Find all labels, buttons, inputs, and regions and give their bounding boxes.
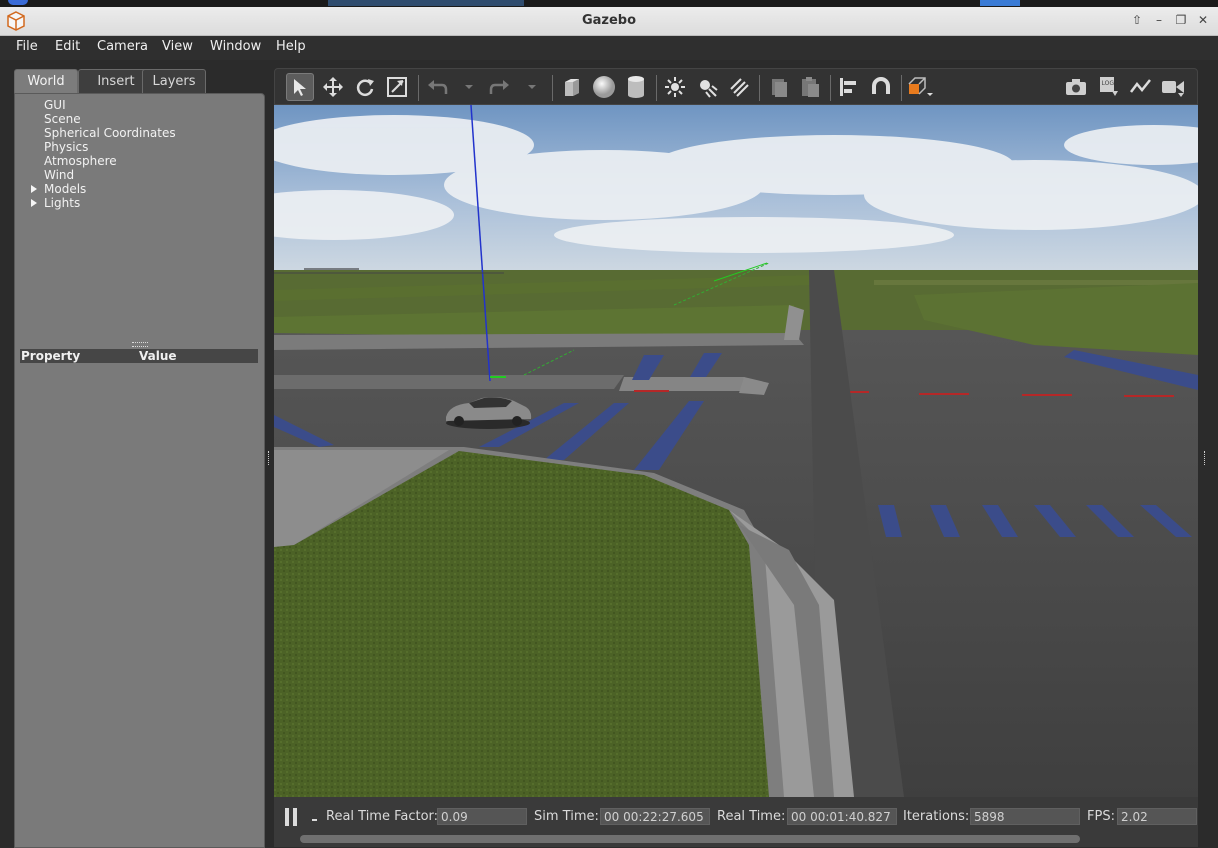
property-table-header: Property Value	[20, 349, 258, 363]
sim-time-value: 00 00:22:27.605	[600, 808, 710, 825]
tab-world[interactable]: World	[14, 69, 78, 93]
toolbar-separator	[901, 75, 902, 101]
taskbar-window-button[interactable]	[328, 0, 524, 6]
desktop-launcher-icon[interactable]	[8, 0, 28, 5]
desktop-top-strip	[0, 0, 1218, 7]
paste-icon[interactable]	[796, 73, 824, 101]
fps-label: FPS:	[1087, 809, 1115, 824]
value-column-header: Value	[139, 349, 177, 363]
3d-viewport[interactable]	[274, 105, 1198, 797]
real-time-factor-value: 0.09	[437, 808, 527, 825]
real-time-label: Real Time:	[717, 809, 786, 824]
tree-item-label: Atmosphere	[44, 154, 117, 168]
snap-magnet-icon[interactable]	[867, 73, 895, 101]
menu-camera[interactable]: Camera	[97, 39, 148, 54]
window-titlebar: Gazebo ⇧ – ❐ ✕	[0, 7, 1218, 36]
scale-icon[interactable]	[383, 73, 411, 101]
screenshot-camera-icon[interactable]	[1062, 73, 1090, 101]
toolbar-separator	[552, 75, 553, 101]
translate-icon[interactable]	[319, 73, 347, 101]
select-arrow-icon[interactable]	[286, 73, 314, 101]
right-splitter-handle[interactable]	[1204, 451, 1207, 465]
tree-item-label: Wind	[44, 168, 75, 182]
align-icon[interactable]	[835, 73, 863, 101]
real-time-value: 00 00:01:40.827	[787, 808, 897, 825]
horizontal-scrollbar[interactable]	[300, 835, 1080, 843]
property-column-header: Property	[21, 349, 81, 363]
left-splitter-handle[interactable]	[268, 451, 271, 465]
toolbar-separator	[759, 75, 760, 101]
undo-icon[interactable]	[423, 73, 451, 101]
copy-icon[interactable]	[764, 73, 792, 101]
scene-render	[274, 105, 1198, 797]
world-tree: GUI Scene Spherical Coordinates Physics …	[15, 98, 264, 210]
box-shape-icon[interactable]	[558, 73, 586, 101]
directional-light-icon[interactable]	[725, 73, 753, 101]
tree-item-label: Spherical Coordinates	[44, 126, 176, 140]
redo-history-icon[interactable]	[518, 73, 546, 101]
toolbar: LOG	[274, 68, 1198, 105]
log-record-icon[interactable]: LOG	[1095, 73, 1123, 101]
menu-view[interactable]: View	[162, 39, 193, 54]
world-panel: GUI Scene Spherical Coordinates Physics …	[14, 93, 265, 848]
menu-help[interactable]: Help	[276, 39, 306, 54]
menu-file[interactable]: File	[16, 39, 38, 54]
undo-history-icon[interactable]	[455, 73, 483, 101]
tree-item-label: Scene	[44, 112, 81, 126]
tree-item-physics[interactable]: Physics	[15, 140, 264, 154]
tree-item-scene[interactable]: Scene	[15, 112, 264, 126]
rotate-icon[interactable]	[351, 73, 379, 101]
plot-icon[interactable]	[1127, 73, 1155, 101]
cylinder-shape-icon[interactable]	[622, 73, 650, 101]
restore-icon[interactable]: ❐	[1172, 10, 1190, 30]
panel-splitter-handle[interactable]	[132, 342, 148, 347]
tree-item-label: GUI	[44, 98, 66, 112]
tab-layers[interactable]: Layers	[142, 69, 206, 93]
spot-light-icon[interactable]	[693, 73, 721, 101]
toolbar-separator	[830, 75, 831, 101]
expand-arrow-icon[interactable]	[31, 199, 37, 207]
close-icon[interactable]: ✕	[1194, 10, 1212, 30]
tree-item-atmosphere[interactable]: Atmosphere	[15, 154, 264, 168]
sphere-shape-icon[interactable]	[590, 73, 618, 101]
minimize-icon[interactable]: –	[1150, 10, 1168, 30]
panel-tabs: World Insert Layers	[14, 68, 264, 93]
redo-icon[interactable]	[486, 73, 514, 101]
toolbar-separator	[656, 75, 657, 101]
menu-window[interactable]: Window	[210, 39, 261, 54]
tree-item-label: Models	[44, 182, 87, 196]
tree-item-models[interactable]: Models	[15, 182, 264, 196]
point-light-icon[interactable]	[661, 73, 689, 101]
status-bar: Real Time Factor: 0.09 Sim Time: 00 00:2…	[274, 797, 1198, 847]
toolbar-separator	[418, 75, 419, 101]
menu-bar: File Edit Camera View Window Help	[0, 36, 1218, 60]
real-time-factor-label: Real Time Factor:	[326, 809, 439, 824]
maximize-up-icon[interactable]: ⇧	[1128, 10, 1146, 30]
left-panel: World Insert Layers GUI Scene Spherical …	[14, 68, 265, 848]
step-icon[interactable]	[312, 819, 317, 821]
tree-item-spherical-coordinates[interactable]: Spherical Coordinates	[15, 126, 264, 140]
menu-edit[interactable]: Edit	[55, 39, 80, 54]
iterations-label: Iterations:	[903, 809, 970, 824]
tree-item-wind[interactable]: Wind	[15, 168, 264, 182]
svg-text:LOG: LOG	[1102, 80, 1115, 87]
view-angle-icon[interactable]	[906, 73, 934, 101]
sim-time-label: Sim Time:	[534, 809, 599, 824]
tree-item-lights[interactable]: Lights	[15, 196, 264, 210]
expand-arrow-icon[interactable]	[31, 185, 37, 193]
window-title: Gazebo	[581, 13, 637, 28]
fps-value: 2.02	[1117, 808, 1197, 825]
pause-icon[interactable]	[284, 808, 300, 826]
iterations-value: 5898	[970, 808, 1080, 825]
taskbar-indicator[interactable]	[980, 0, 1020, 6]
video-record-icon[interactable]	[1159, 73, 1187, 101]
tree-item-label: Lights	[44, 196, 81, 210]
tree-item-gui[interactable]: GUI	[15, 98, 264, 112]
tree-item-label: Physics	[44, 140, 89, 154]
